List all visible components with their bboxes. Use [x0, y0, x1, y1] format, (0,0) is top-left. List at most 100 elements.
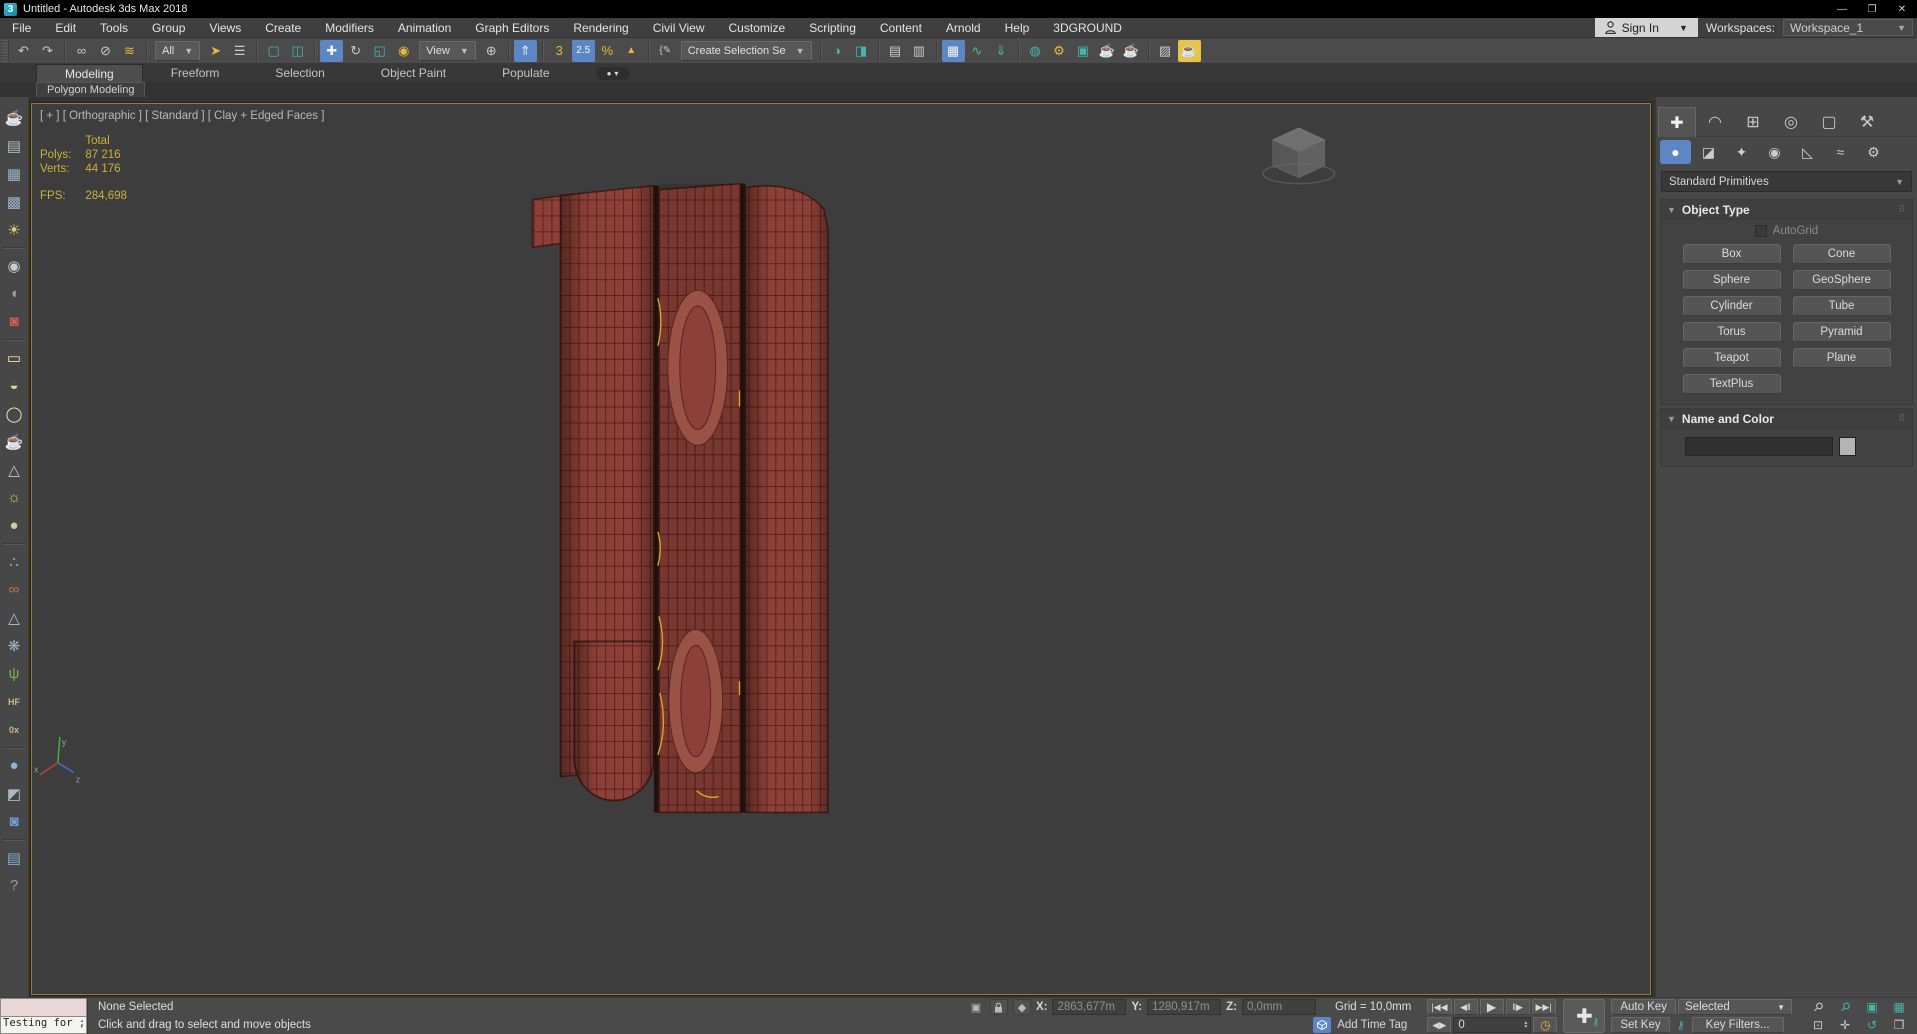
- material-editor-icon[interactable]: ◍: [1024, 40, 1047, 62]
- close-button[interactable]: ✕: [1887, 0, 1917, 18]
- orbit-icon[interactable]: ↺: [1860, 1017, 1884, 1033]
- select-object-sphere-icon[interactable]: ◙: [2, 809, 26, 834]
- maximize-viewport-icon[interactable]: ❐: [1887, 1017, 1911, 1033]
- spinner-snap-icon[interactable]: ▲: [620, 40, 643, 62]
- menu-rendering[interactable]: Rendering: [561, 18, 640, 37]
- rock-object-icon[interactable]: ❋: [2, 633, 26, 658]
- object-type-rollout-header[interactable]: ▼ Object Type ⠿: [1661, 200, 1912, 220]
- mirror-icon[interactable]: ◑: [826, 40, 849, 62]
- ribbon-tab-selection[interactable]: Selection: [247, 64, 352, 82]
- align-icon[interactable]: ◨: [850, 40, 873, 62]
- menu-group[interactable]: Group: [140, 18, 197, 37]
- named-selection-sets-dropdown[interactable]: Create Selection Se ▼: [680, 40, 812, 61]
- tab-hierarchy[interactable]: ⊞: [1734, 107, 1772, 137]
- pan-icon[interactable]: ✛: [1833, 1017, 1857, 1033]
- subtab-systems[interactable]: ⚙: [1858, 140, 1889, 164]
- space-warp-icon[interactable]: △: [2, 605, 26, 630]
- set-key-button[interactable]: Set Key: [1611, 1017, 1670, 1033]
- snap-toggle-25d-icon[interactable]: 2.5: [571, 39, 595, 62]
- help-icon[interactable]: ?: [2, 873, 26, 898]
- spinner-arrows-icon[interactable]: ▲ ▼: [1523, 1021, 1530, 1030]
- percent-snap-icon[interactable]: %: [596, 40, 619, 62]
- macro-recorder-pane[interactable]: [0, 998, 87, 1017]
- create-pyramid-button[interactable]: Pyramid: [1792, 322, 1891, 342]
- edit-named-selection-sets-icon[interactable]: {✎: [654, 40, 677, 62]
- render-setup-window-icon[interactable]: ▤: [2, 133, 26, 158]
- sphere-object-icon[interactable]: ●: [2, 513, 26, 538]
- camera-tripod-icon[interactable]: ◉: [2, 253, 26, 278]
- minimize-button[interactable]: —: [1827, 0, 1857, 18]
- toolbar-drag-handle[interactable]: [2, 39, 9, 62]
- redo-icon[interactable]: ↷: [36, 40, 59, 62]
- create-textplus-button[interactable]: TextPlus: [1682, 374, 1781, 394]
- rendered-frame-window-icon[interactable]: ▣: [1072, 40, 1095, 62]
- toggle-layer-explorer-icon[interactable]: ▥: [908, 40, 931, 62]
- current-frame-spinner[interactable]: 0 ▲ ▼: [1453, 1017, 1532, 1033]
- menu-civil-view[interactable]: Civil View: [641, 18, 717, 37]
- ribbon-config-menu[interactable]: ● ▾: [595, 67, 630, 80]
- zoom-extents-icon[interactable]: ▣: [1860, 999, 1884, 1015]
- menu-customize[interactable]: Customize: [717, 18, 798, 37]
- menu-tools[interactable]: Tools: [88, 18, 140, 37]
- rectangular-selection-region-icon[interactable]: ▢: [262, 40, 285, 62]
- viewport[interactable]: y x z [ + ] [ Orthographic ] [ Standard …: [31, 103, 1651, 995]
- select-and-link-icon[interactable]: ∞: [70, 40, 93, 62]
- time-configuration-button[interactable]: ◷: [1533, 1017, 1558, 1033]
- viewcube[interactable]: [1262, 127, 1336, 185]
- cone-light-icon[interactable]: △: [2, 457, 26, 482]
- name-color-rollout-header[interactable]: ▼ Name and Color ⠿: [1661, 409, 1912, 429]
- material-sphere-icon[interactable]: ●: [2, 753, 26, 778]
- render-production-icon[interactable]: ☕: [1096, 40, 1119, 62]
- subtab-geometry[interactable]: ●: [1660, 140, 1691, 164]
- render-last-icon[interactable]: ☕: [1177, 39, 1201, 62]
- create-plane-button[interactable]: Plane: [1792, 348, 1891, 368]
- material-picker-icon[interactable]: ◩: [2, 781, 26, 806]
- go-to-start-button[interactable]: |◀◀: [1427, 999, 1452, 1015]
- autogrid-checkbox[interactable]: [1754, 225, 1767, 237]
- create-cone-button[interactable]: Cone: [1792, 244, 1891, 264]
- zoom-extents-all-icon[interactable]: ▦: [1887, 999, 1911, 1015]
- zoom-region-icon[interactable]: ⊡: [1806, 1017, 1830, 1033]
- y-coordinate-field[interactable]: 1280,917m: [1147, 999, 1222, 1015]
- sun-light-icon[interactable]: ☼: [2, 485, 26, 510]
- sphere-light-icon[interactable]: ◯: [2, 401, 26, 426]
- viewport-label[interactable]: [ + ] [ Orthographic ] [ Standard ] [ Cl…: [40, 110, 324, 122]
- reference-coordinate-dropdown[interactable]: View ▼: [419, 40, 476, 61]
- light-lister-icon[interactable]: ☀: [2, 217, 26, 242]
- sign-in-button[interactable]: Sign In ▼: [1594, 18, 1698, 37]
- subtab-shapes[interactable]: ◪: [1693, 140, 1724, 164]
- menu-create[interactable]: Create: [253, 18, 313, 37]
- render-teapot-icon[interactable]: ☕: [2, 105, 26, 130]
- auto-key-button[interactable]: Auto Key: [1611, 999, 1676, 1015]
- create-cylinder-button[interactable]: Cylinder: [1682, 296, 1781, 316]
- menu-arnold[interactable]: Arnold: [934, 18, 993, 37]
- create-sphere-button[interactable]: Sphere: [1682, 270, 1781, 290]
- film-camera-icon[interactable]: ◙: [2, 309, 26, 334]
- key-filters-button[interactable]: Key Filters...: [1691, 1017, 1784, 1033]
- toggle-ribbon-icon[interactable]: ▦: [941, 39, 965, 62]
- select-and-manipulate-icon[interactable]: ⇑: [513, 39, 537, 62]
- open-explorer-window-icon[interactable]: ▨: [1154, 40, 1177, 62]
- wire-teapot-icon[interactable]: ☕: [2, 429, 26, 454]
- go-to-end-button[interactable]: ▶▶|: [1531, 999, 1556, 1015]
- play-button[interactable]: ▶: [1479, 999, 1504, 1015]
- ribbon-tab-modeling[interactable]: Modeling: [36, 64, 143, 82]
- primitive-category-dropdown[interactable]: Standard Primitives ▼: [1661, 171, 1912, 192]
- create-tube-button[interactable]: Tube: [1792, 296, 1891, 316]
- connect-spheres-icon[interactable]: ∞: [2, 577, 26, 602]
- create-box-button[interactable]: Box: [1682, 244, 1781, 264]
- ribbon-tab-populate[interactable]: Populate: [474, 64, 577, 82]
- tab-modify[interactable]: ◠: [1696, 107, 1734, 137]
- bind-to-space-warp-icon[interactable]: ≋: [118, 40, 141, 62]
- tab-utilities[interactable]: ⚒: [1848, 107, 1886, 137]
- tab-create[interactable]: ✚: [1658, 107, 1696, 137]
- curve-editor-icon[interactable]: ∿: [966, 40, 989, 62]
- select-and-scale-icon[interactable]: ◱: [368, 40, 391, 62]
- viewport-canvas[interactable]: y x z: [32, 104, 1650, 995]
- object-name-input[interactable]: [1685, 437, 1833, 456]
- absolute-mode-icon[interactable]: ◆: [1012, 999, 1031, 1015]
- z-coordinate-field[interactable]: 0,0mm: [1241, 999, 1316, 1015]
- tab-display[interactable]: ▢: [1810, 107, 1848, 137]
- menu-animation[interactable]: Animation: [386, 18, 463, 37]
- next-frame-button[interactable]: ‖▶: [1505, 999, 1530, 1015]
